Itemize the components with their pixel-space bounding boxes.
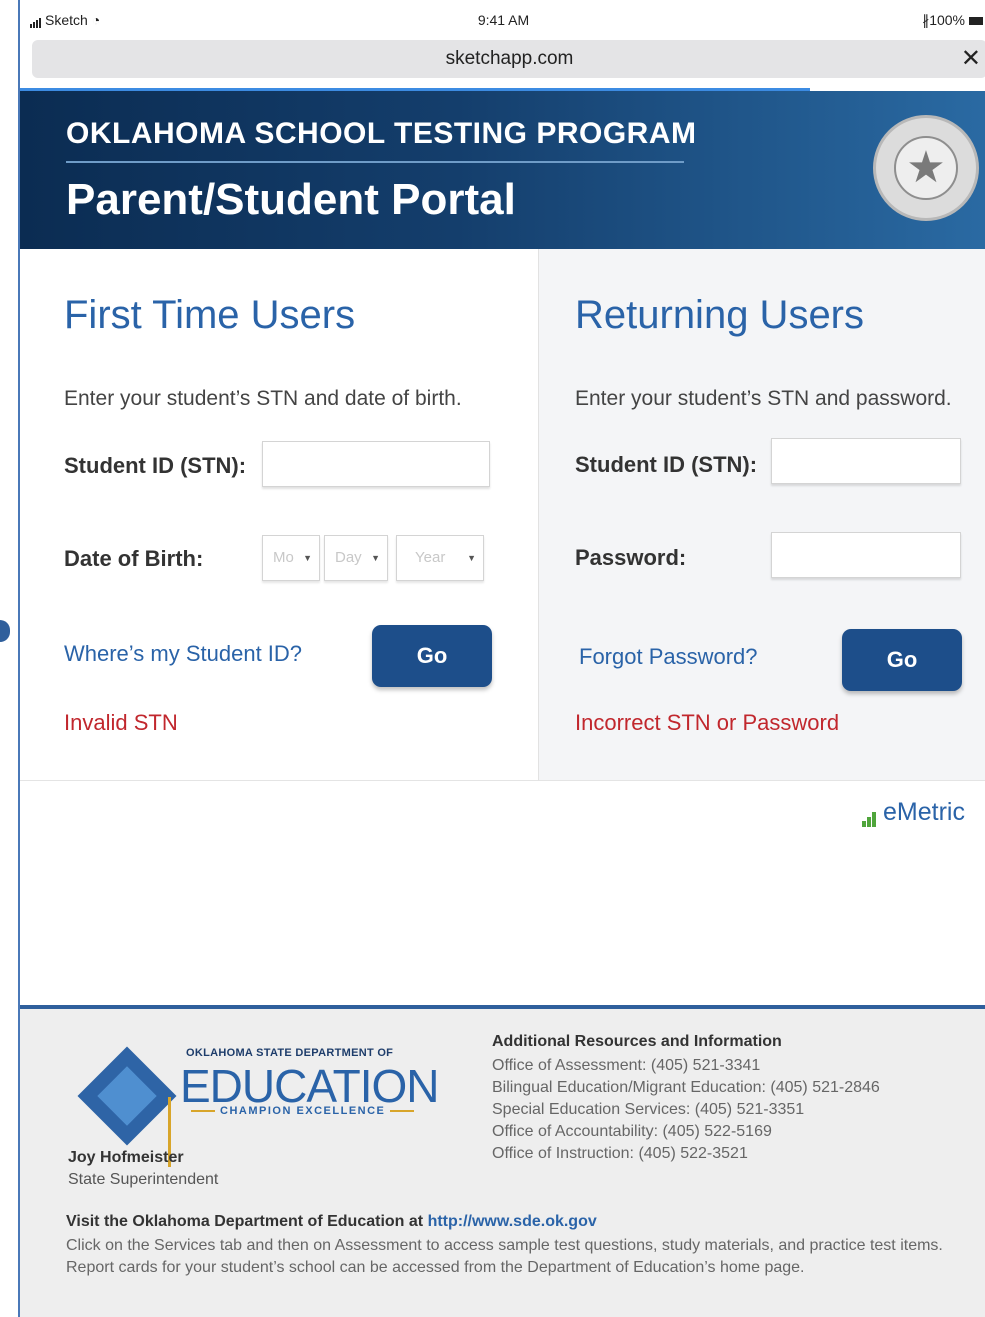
seal-star-icon: ★ (894, 136, 958, 200)
dob-label: Date of Birth: (64, 546, 204, 571)
dept-name-small: OKLAHOMA STATE DEPARTMENT OF (186, 1047, 394, 1059)
battery-icon (969, 17, 983, 26)
sde-link[interactable]: http://www.sde.ok.gov (428, 1213, 597, 1230)
dob-month-select[interactable]: Mo ▼ (262, 535, 320, 581)
dept-tagline: CHAMPION EXCELLENCE (186, 1105, 419, 1117)
status-time: 9:41 AM (477, 12, 530, 28)
resource-item: Special Education Services: (405) 521-33… (492, 1101, 805, 1118)
url-text[interactable]: sketchapp.com (446, 48, 574, 69)
resources-list: Office of Assessment: (405) 521-3341 Bil… (492, 1055, 880, 1165)
chevron-down-icon: ▼ (467, 553, 476, 563)
header-divider (66, 161, 684, 163)
password-input[interactable] (771, 532, 961, 578)
returning-stn-input[interactable] (771, 438, 961, 484)
first-time-go-button[interactable]: Go (372, 625, 492, 687)
visit-line: Visit the Oklahoma Department of Educati… (66, 1213, 597, 1231)
edge-tab (0, 620, 10, 642)
resource-item: Bilingual Education/Migrant Education: (… (492, 1079, 880, 1096)
emetric-label: eMetric (883, 798, 965, 826)
first-time-stn-input[interactable] (262, 441, 490, 487)
password-label: Password: (575, 545, 687, 570)
superintendent-name: Joy Hofmeister (68, 1149, 184, 1166)
dob-day-value: Day (335, 549, 362, 566)
returning-stn-label: Student ID (STN): (575, 452, 758, 477)
state-seal-icon: ★ (873, 115, 979, 221)
returning-title: Returning Users (575, 293, 865, 337)
where-student-id-link[interactable]: Where’s my Student ID? (64, 641, 302, 667)
visit-text: Visit the Oklahoma Department of Educati… (66, 1213, 424, 1230)
first-time-users-panel: First Time Users Enter your student’s ST… (20, 249, 538, 781)
first-time-description: Enter your student’s STN and date of bir… (64, 387, 462, 410)
program-title: OKLAHOMA SCHOOL TESTING PROGRAM (66, 117, 697, 150)
chevron-down-icon: ▼ (371, 553, 380, 563)
first-time-title: First Time Users (64, 293, 356, 337)
info-text: Click on the Services tab and then on As… (66, 1237, 943, 1276)
portal-title: Parent/Student Portal (66, 175, 516, 224)
battery: ∦100% (922, 12, 983, 29)
battery-label: 100% (929, 12, 965, 28)
footer: OKLAHOMA STATE DEPARTMENT OF EDUCATION C… (20, 1005, 985, 1317)
superintendent-title: State Superintendent (68, 1171, 219, 1188)
returning-description: Enter your student’s STN and password. (575, 387, 952, 410)
browser-frame: Sketch ◔ 9:41 AM ∦100% sketchapp.com ✕ O… (18, 0, 985, 1317)
resource-item: Office of Instruction: (405) 522-3521 (492, 1145, 748, 1162)
url-bar[interactable]: sketchapp.com ✕ (32, 40, 985, 78)
status-bar: Sketch ◔ 9:41 AM ∦100% (20, 0, 985, 40)
resource-item: Office of Accountability: (405) 522-5169 (492, 1123, 772, 1140)
education-diamond-icon (77, 1046, 177, 1167)
stn-label: Student ID (STN): (64, 453, 247, 478)
chevron-down-icon: ▼ (303, 553, 312, 563)
emetric-logo: eMetric (862, 798, 965, 827)
dob-day-select[interactable]: Day ▼ (324, 535, 388, 581)
bar-chart-icon (862, 798, 877, 827)
dob-month-value: Mo (273, 549, 294, 566)
returning-error: Incorrect STN or Password (575, 710, 840, 735)
portal-header: OKLAHOMA SCHOOL TESTING PROGRAM Parent/S… (20, 91, 985, 249)
returning-go-button[interactable]: Go (842, 629, 962, 691)
returning-users-panel: Returning Users Enter your student’s STN… (538, 249, 985, 781)
dob-year-value: Year (415, 549, 446, 566)
resource-item: Office of Assessment: (405) 521-3341 (492, 1057, 761, 1074)
first-time-error: Invalid STN (64, 710, 178, 735)
resources-title: Additional Resources and Information (492, 1033, 782, 1050)
close-icon[interactable]: ✕ (961, 40, 981, 78)
forgot-password-link[interactable]: Forgot Password? (579, 644, 758, 670)
dob-year-select[interactable]: Year ▼ (396, 535, 484, 581)
